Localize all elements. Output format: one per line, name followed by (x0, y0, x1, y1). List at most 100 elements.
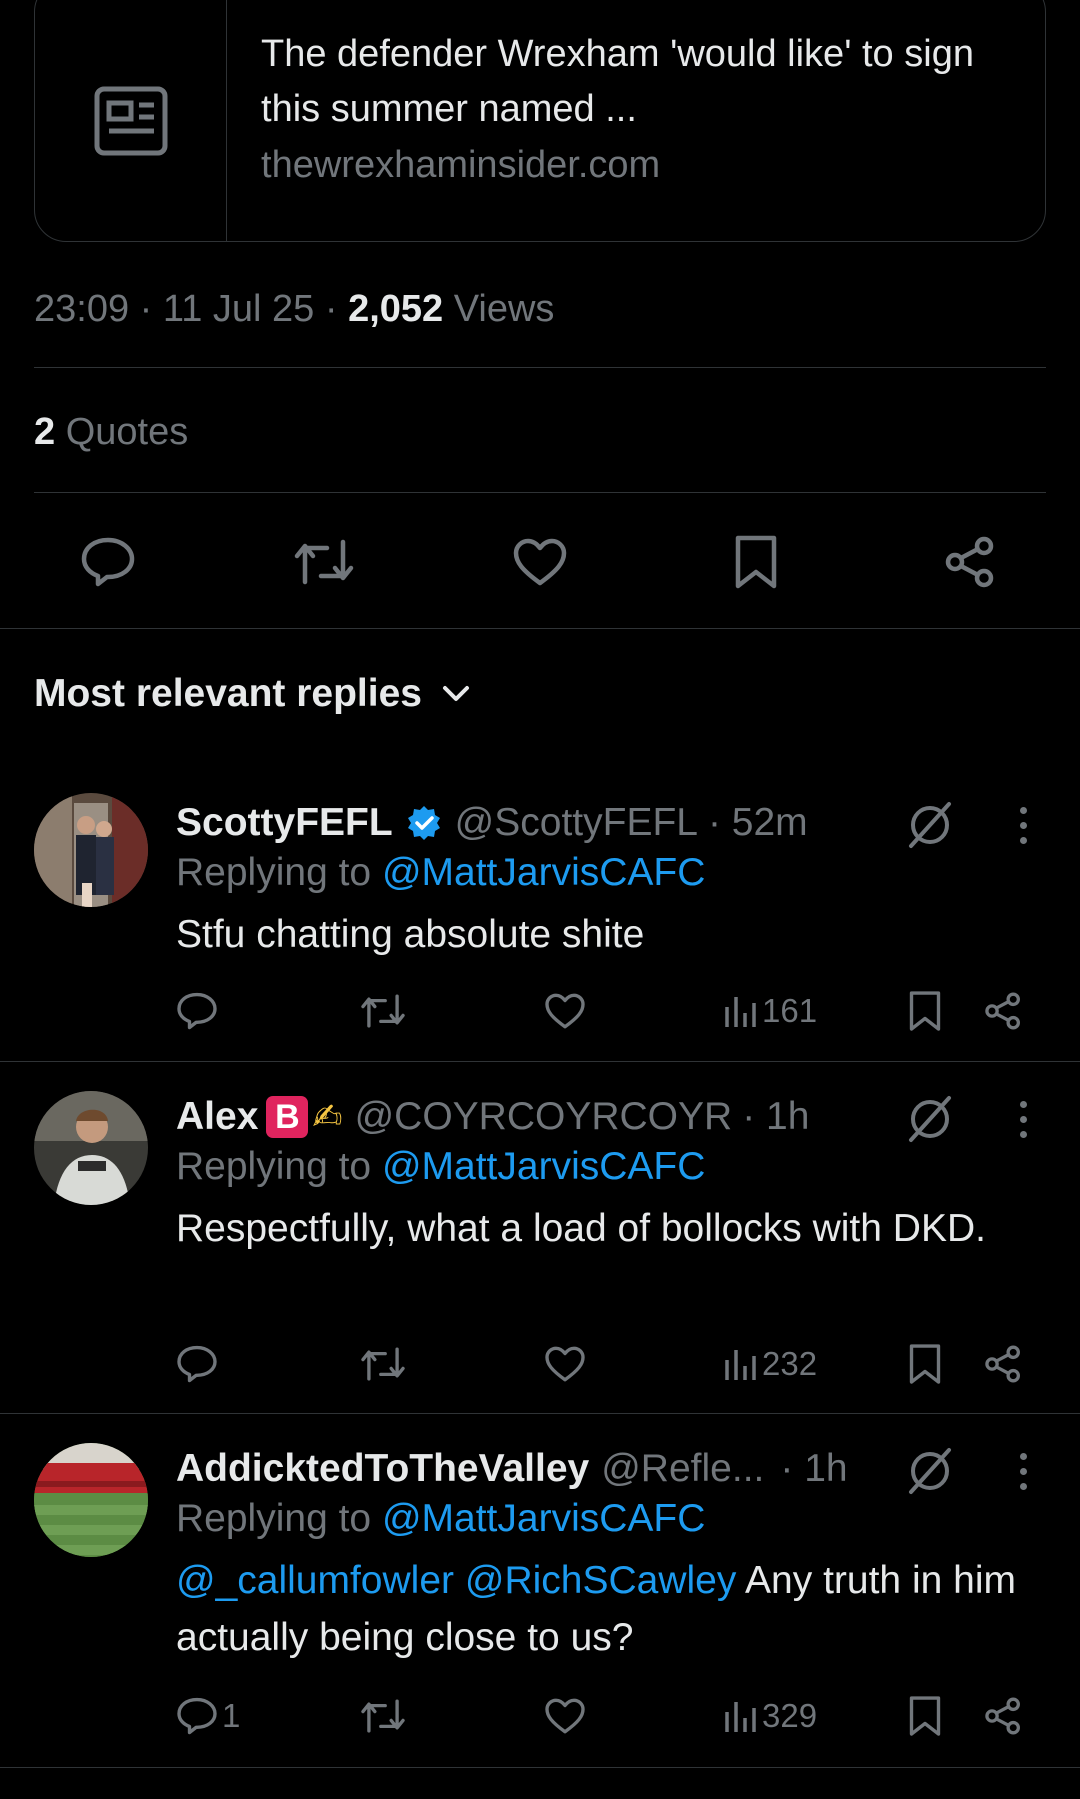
more-options-icon[interactable] (1010, 800, 1036, 850)
bookmark-button[interactable] (908, 986, 942, 1036)
analytics-icon (725, 997, 756, 1027)
divider (0, 1413, 1080, 1414)
like-button[interactable] (508, 530, 572, 594)
chevron-down-icon (442, 686, 469, 701)
card-thumbnail (35, 0, 228, 241)
avatar[interactable] (34, 1443, 148, 1557)
replies-sort-dropdown[interactable]: Most relevant replies (34, 672, 470, 716)
reply-author-handle[interactable]: @Refle... (601, 1444, 764, 1494)
post-action-bar (0, 530, 1080, 594)
reply-text: @_callumfowler @RichSCawley Any truth in… (176, 1552, 1036, 1666)
divider (34, 492, 1046, 493)
more-options-icon[interactable] (1010, 1446, 1036, 1496)
repost-icon (361, 1699, 405, 1733)
views-button[interactable]: 329 (724, 1691, 817, 1741)
analytics-icon (725, 1350, 756, 1380)
reply-author-name[interactable]: AddicktedToTheValley (176, 1444, 589, 1494)
reply-author-name[interactable]: ScottyFEFL (176, 798, 393, 848)
reply-author-handle[interactable]: @ScottyFEFL (455, 798, 698, 848)
bookmark-icon (909, 991, 941, 1031)
share-button[interactable] (984, 1691, 1022, 1741)
post-time: 23:09 (34, 288, 130, 330)
reply-author-name[interactable]: Alex (176, 1092, 258, 1142)
verified-badge-icon (407, 806, 440, 840)
bookmark-icon (735, 535, 777, 589)
reply-icon (177, 1697, 217, 1735)
more-options-icon[interactable] (1010, 1094, 1036, 1144)
replying-to-handle[interactable]: @MattJarvisCAFC (382, 851, 705, 894)
reply-count: 1 (222, 1697, 241, 1734)
grok-icon[interactable] (905, 800, 955, 850)
divider (0, 1767, 1080, 1768)
analytics-icon (725, 1702, 756, 1732)
views-button[interactable]: 161 (724, 986, 817, 1036)
share-button[interactable] (984, 1339, 1022, 1389)
mention-link[interactable]: @_callumfowler (176, 1559, 454, 1602)
reply-text: Stfu chatting absolute shite (176, 913, 645, 956)
share-button[interactable] (984, 986, 1022, 1036)
divider (34, 367, 1046, 368)
like-icon (545, 993, 585, 1029)
share-icon (945, 536, 994, 588)
views-count: 161 (762, 992, 818, 1029)
reply-icon (177, 1345, 217, 1383)
repost-icon (294, 539, 354, 585)
b-badge-emoji: B (266, 1096, 309, 1138)
grok-icon[interactable] (905, 1094, 955, 1144)
quotes-link[interactable]: 2 Quotes (34, 407, 188, 457)
replying-to-handle[interactable]: @MattJarvisCAFC (382, 1497, 705, 1540)
repost-button[interactable] (360, 1691, 406, 1741)
reply-timestamp: · 1h (780, 1447, 848, 1490)
post-date: 11 Jul 25 (162, 288, 315, 330)
reply-action-bar: 232 (0, 1339, 1080, 1389)
card-title: The defender Wrexham 'would like' to sig… (261, 33, 974, 130)
share-icon (985, 1697, 1020, 1735)
link-preview-card[interactable]: The defender Wrexham 'would like' to sig… (34, 0, 1046, 242)
views-count: 232 (762, 1345, 818, 1382)
newspaper-icon (94, 86, 167, 156)
grok-icon[interactable] (905, 1446, 955, 1496)
reply-item[interactable]: ScottyFEFL @ScottyFEFL · 52m Replying to… (0, 780, 1080, 1060)
divider (0, 628, 1080, 629)
reply-icon (177, 992, 217, 1030)
bookmark-button[interactable] (724, 530, 788, 594)
mention-link[interactable]: @RichSCawley (465, 1559, 737, 1602)
replying-to: Replying to @MattJarvisCAFC (176, 851, 706, 894)
like-button[interactable] (544, 986, 586, 1036)
reply-button[interactable] (176, 986, 222, 1036)
avatar[interactable] (34, 1091, 148, 1205)
bookmark-button[interactable] (908, 1339, 942, 1389)
views-label: Views (453, 288, 555, 330)
reply-button[interactable] (176, 1339, 222, 1389)
replying-to: Replying to @MattJarvisCAFC (176, 1497, 706, 1540)
repost-button[interactable] (292, 530, 356, 594)
repost-icon (361, 1347, 405, 1381)
reply-text: Respectfully, what a load of bollocks wi… (176, 1207, 986, 1250)
reply-timestamp: · 52m (707, 801, 808, 844)
avatar[interactable] (34, 793, 148, 907)
like-button[interactable] (544, 1339, 586, 1389)
reply-item[interactable]: Alex B ✍ @COYRCOYRCOYR · 1h Replying to … (0, 1076, 1080, 1411)
repost-icon (361, 994, 405, 1028)
post-meta: 23:09 · 11 Jul 25 · 2,052 Views (34, 288, 555, 330)
bookmark-icon (909, 1344, 941, 1384)
reply-item[interactable]: AddicktedToTheValley @Refle... · 1h Repl… (0, 1428, 1080, 1768)
repost-button[interactable] (360, 986, 406, 1036)
reply-icon (81, 537, 135, 587)
quotes-count: 2 (34, 411, 56, 453)
share-button[interactable] (938, 530, 1002, 594)
reply-button[interactable]: 1 (176, 1691, 240, 1741)
replying-to-handle[interactable]: @MattJarvisCAFC (382, 1145, 705, 1188)
views-count: 2,052 (348, 288, 444, 330)
views-count: 329 (762, 1697, 818, 1734)
reply-author-handle[interactable]: @COYRCOYRCOYR (355, 1092, 733, 1142)
share-icon (985, 992, 1020, 1030)
bookmark-button[interactable] (908, 1691, 942, 1741)
like-button[interactable] (544, 1691, 586, 1741)
views-button[interactable]: 232 (724, 1339, 817, 1389)
repost-button[interactable] (360, 1339, 406, 1389)
reply-action-bar: 1 329 (0, 1691, 1080, 1741)
share-icon (985, 1345, 1020, 1383)
reply-button[interactable] (76, 530, 140, 594)
replying-to: Replying to @MattJarvisCAFC (176, 1145, 706, 1188)
